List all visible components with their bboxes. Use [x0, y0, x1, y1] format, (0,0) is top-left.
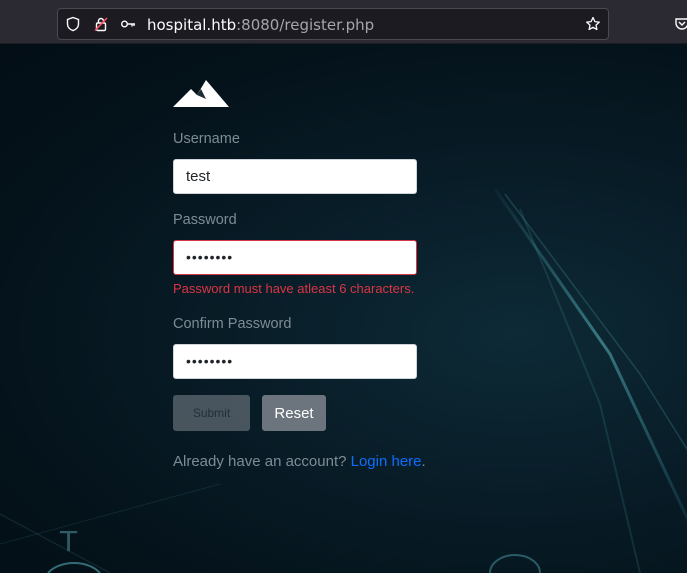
password-label: Password	[173, 212, 237, 228]
pocket-icon[interactable]	[674, 16, 687, 32]
mountain-logo-icon	[173, 80, 229, 107]
username-label: Username	[173, 131, 240, 147]
confirm-password-input[interactable]: ••••••••	[173, 344, 417, 379]
url-path: :8080/register.php	[236, 16, 375, 34]
url-host: hospital.htb	[147, 16, 237, 34]
bookmark-star-icon[interactable]	[585, 16, 601, 32]
login-prompt-text: Already have an account?	[173, 453, 347, 470]
confirm-password-label: Confirm Password	[173, 316, 292, 332]
login-link[interactable]: Login here	[351, 453, 422, 470]
background-artwork	[0, 188, 687, 573]
login-prompt-suffix: .	[421, 453, 426, 470]
username-input[interactable]	[173, 159, 417, 194]
register-page: T Username Password •••••••• Password mu…	[0, 44, 687, 573]
url-text[interactable]: hospital.htb:8080/register.php	[147, 15, 374, 35]
shield-icon[interactable]	[65, 16, 81, 32]
key-icon[interactable]	[120, 16, 136, 32]
login-prompt: Already have an account? Login here.	[173, 453, 426, 470]
reset-button[interactable]: Reset	[262, 395, 326, 431]
password-error-message: Password must have atleast 6 characters.	[173, 281, 415, 296]
insecure-lock-icon[interactable]	[93, 16, 109, 32]
address-bar[interactable]: hospital.htb:8080/register.php	[57, 8, 609, 40]
submit-button[interactable]: Submit	[173, 395, 250, 431]
password-input[interactable]: ••••••••	[173, 240, 417, 275]
browser-toolbar: hospital.htb:8080/register.php	[0, 0, 687, 44]
background-letter: T	[60, 525, 78, 558]
